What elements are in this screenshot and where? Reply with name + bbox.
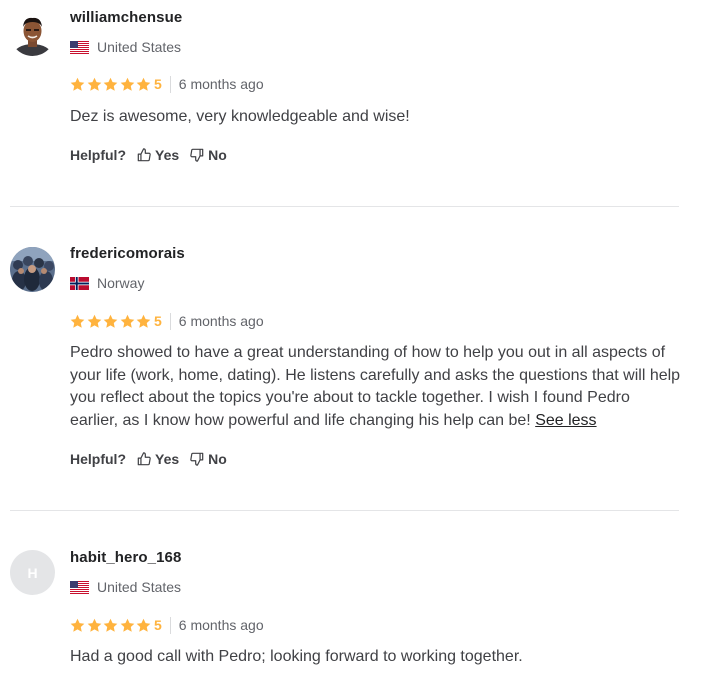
thumbs-up-icon — [137, 452, 151, 466]
helpful-yes-button[interactable]: Yes — [137, 147, 179, 163]
rating-row: 5 6 months ago — [70, 616, 264, 634]
reviewer-username[interactable]: fredericomorais — [70, 245, 185, 262]
star-icon — [137, 618, 151, 632]
rating-value: 5 — [153, 313, 162, 329]
divider — [10, 206, 679, 207]
star-rating — [70, 618, 153, 633]
reviewer-country: Norway — [70, 275, 144, 291]
rating-row: 5 6 months ago — [70, 312, 264, 330]
country-name: United States — [97, 579, 182, 595]
helpful-row: Helpful? Yes No — [70, 147, 227, 163]
star-icon — [87, 618, 101, 632]
review-time: 6 months ago — [178, 76, 264, 92]
star-icon — [87, 77, 101, 91]
review-text: Had a good call with Pedro; looking forw… — [70, 648, 523, 665]
helpful-label: Helpful? — [70, 147, 126, 163]
separator — [169, 616, 171, 634]
star-icon — [70, 77, 85, 91]
separator — [169, 312, 171, 330]
review-time: 6 months ago — [178, 617, 264, 633]
reviewer-country: United States — [70, 39, 181, 55]
divider — [10, 510, 679, 511]
helpful-no-button[interactable]: No — [190, 451, 227, 467]
review-text: Dez is awesome, very knowledgeable and w… — [70, 108, 410, 125]
star-icon — [103, 77, 118, 91]
review-time: 6 months ago — [178, 313, 264, 329]
star-rating — [70, 77, 153, 92]
avatar[interactable]: H — [10, 550, 55, 595]
yes-label: Yes — [155, 147, 180, 163]
separator — [169, 75, 171, 93]
rating-row: 5 6 months ago — [70, 75, 264, 93]
country-name: United States — [97, 39, 182, 55]
no-label: No — [208, 147, 227, 163]
star-icon — [120, 618, 135, 632]
helpful-label: Helpful? — [70, 451, 126, 467]
norway-flag-icon — [70, 276, 89, 290]
reviewer-username[interactable]: habit_hero_168 — [70, 549, 181, 566]
avatar[interactable] — [10, 247, 55, 292]
rating-value: 5 — [153, 617, 162, 633]
star-icon — [103, 314, 118, 328]
yes-label: Yes — [155, 451, 180, 467]
us-flag-icon — [70, 40, 89, 54]
star-icon — [120, 314, 135, 328]
review-text: Pedro showed to have a great understandi… — [70, 342, 682, 432]
avatar[interactable] — [10, 11, 55, 56]
reviewer-username[interactable]: williamchensue — [70, 9, 182, 26]
thumbs-down-icon — [190, 148, 204, 162]
country-name: Norway — [97, 275, 145, 291]
helpful-no-button[interactable]: No — [190, 147, 227, 163]
star-icon — [137, 314, 151, 328]
see-less-link[interactable]: See less — [535, 412, 596, 429]
star-icon — [137, 77, 151, 91]
star-icon — [103, 618, 118, 632]
reviewer-country: United States — [70, 579, 181, 595]
no-label: No — [208, 451, 227, 467]
star-icon — [87, 314, 101, 328]
star-icon — [70, 314, 85, 328]
star-icon — [70, 618, 85, 632]
star-rating — [70, 314, 153, 329]
thumbs-up-icon — [137, 148, 151, 162]
helpful-row: Helpful? Yes No — [70, 451, 227, 467]
helpful-yes-button[interactable]: Yes — [137, 451, 179, 467]
us-flag-icon — [70, 580, 89, 594]
thumbs-down-icon — [190, 452, 204, 466]
rating-value: 5 — [153, 76, 162, 92]
star-icon — [120, 77, 135, 91]
